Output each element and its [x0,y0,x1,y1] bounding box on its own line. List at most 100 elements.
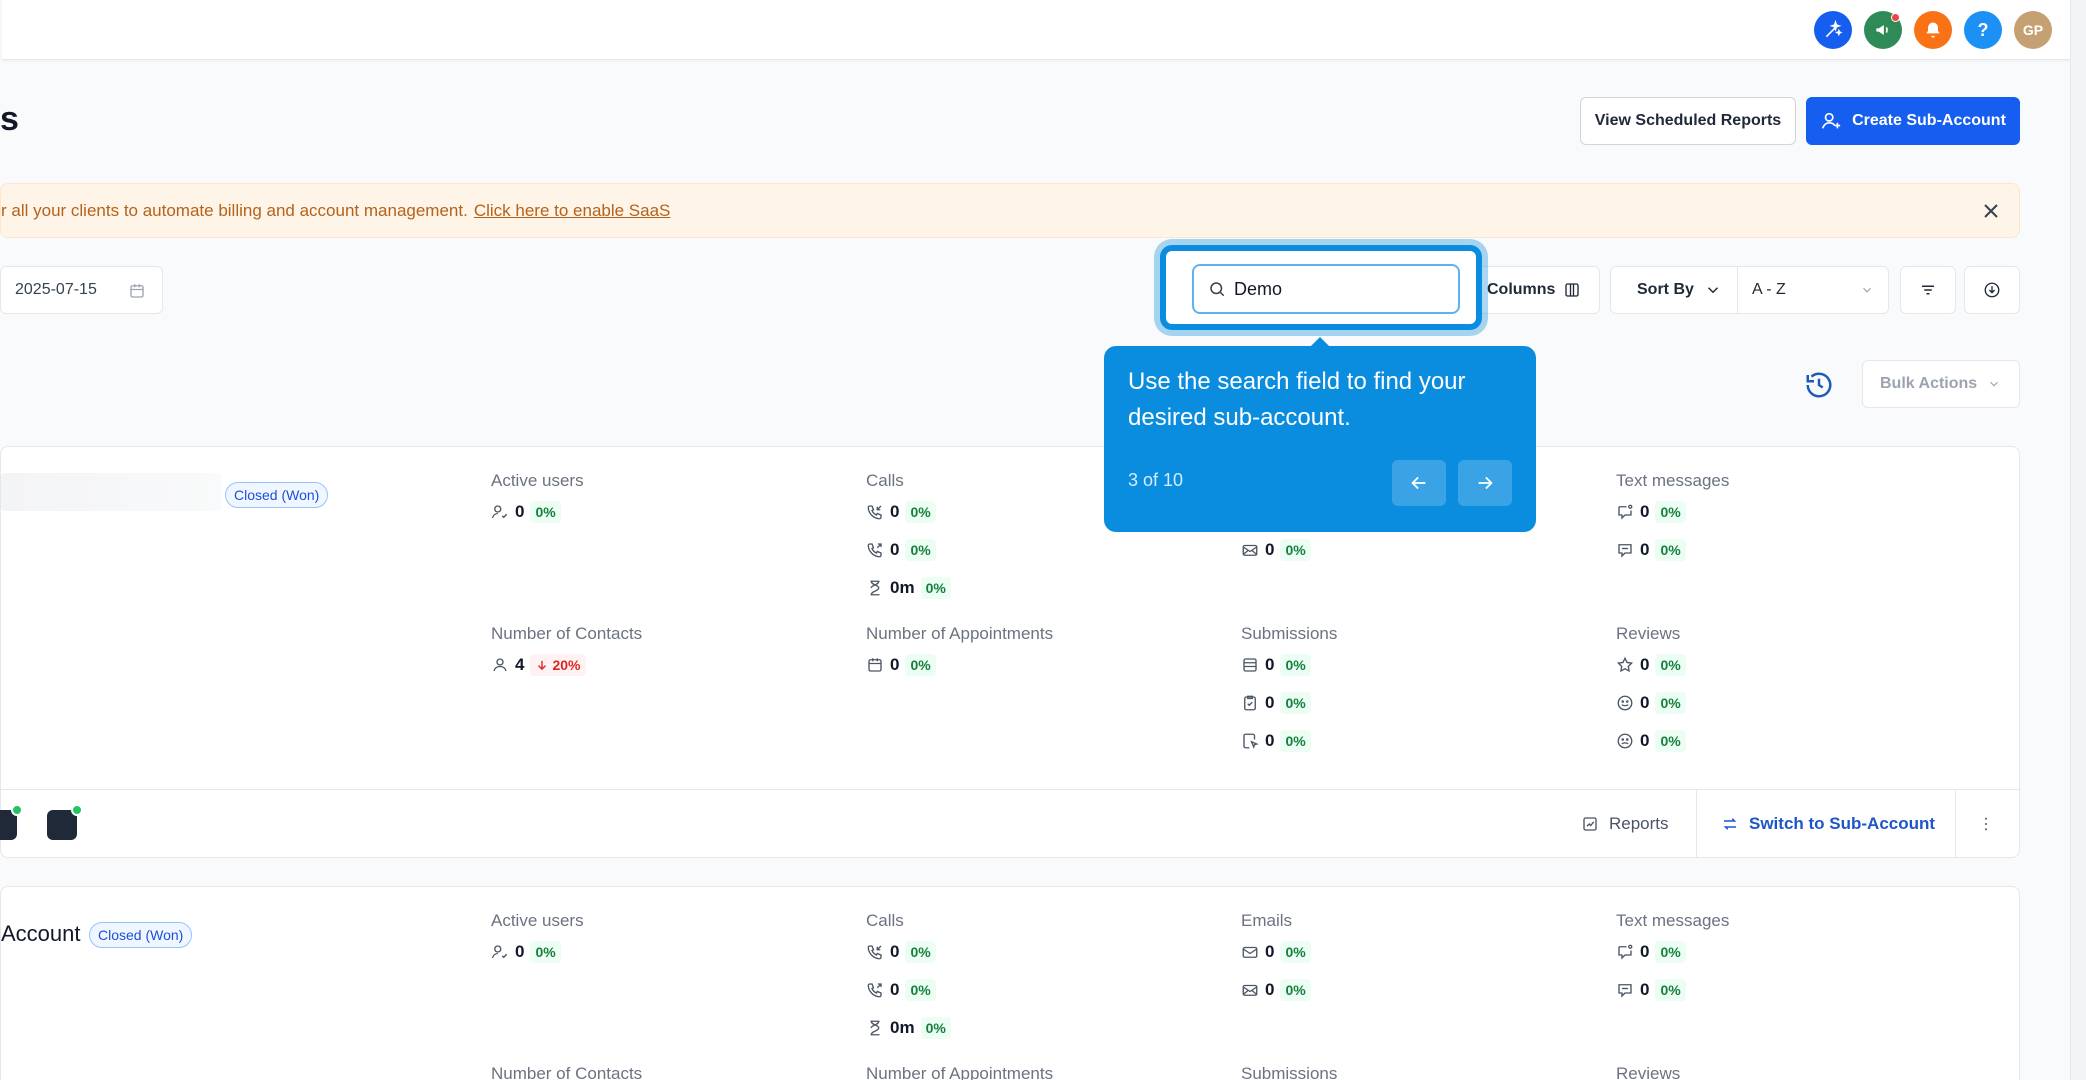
metric-value: 0 [1640,502,1650,521]
submissions-metric: Submissions 0 0% 0 0% 0 0% [1241,624,1337,760]
emails-metric: 0 0% [1241,531,1311,569]
metric-value: 0 [1640,731,1650,750]
add-user-icon [1822,112,1841,129]
account-name-placeholder [1,473,221,511]
metric-value: 0m [890,578,915,597]
more-vertical-icon [1984,817,1988,831]
metric-value: 0 [890,502,900,521]
banner-text: r all your clients to automate billing a… [1,200,468,220]
arrow-left-icon [1411,476,1426,490]
bulk-actions-button[interactable]: Bulk Actions [1862,360,2020,408]
history-icon[interactable] [1804,370,1834,400]
metric-pct: 0% [1655,539,1686,561]
switch-icon [1723,818,1737,830]
date-range-input[interactable]: 2025-07-15 [0,266,163,314]
search-field[interactable] [1234,278,1434,300]
metric-label: Number of Appointments [866,1064,1054,1080]
metric-pct: 0% [1280,654,1311,676]
switch-to-sub-account-button[interactable]: Switch to Sub-Account [1721,790,1935,858]
hourglass-icon [870,1020,880,1036]
metric-row: 0 0% [866,933,951,971]
bell-icon[interactable] [1914,11,1952,49]
frown-icon [1617,733,1633,749]
text-messages-metric: Text messages 0 0% 0 0% [1616,911,1729,1009]
megaphone-icon[interactable] [1864,11,1902,49]
metric-row: 0 0% [1241,722,1337,760]
metric-label: Submissions [1241,1064,1338,1080]
metric-value: 0 [515,942,525,961]
text-messages-metric: Text messages 0 0% 0 0% [1616,471,1729,569]
close-icon[interactable] [1979,199,2003,223]
metric-pct: 0% [1655,941,1686,963]
metric-row: 0 0% [866,971,951,1009]
metric-row: 0 0% [1241,531,1311,569]
account-name[interactable]: Account [1,921,81,947]
view-scheduled-reports-label: View Scheduled Reports [1594,112,1782,129]
metric-row: 0 0% [491,933,584,971]
check-icon [11,804,23,816]
metric-row: 0 0% [1241,971,1311,1009]
phone-incoming-icon [867,945,882,960]
bulk-actions-label: Bulk Actions [1880,375,1978,392]
active-users-metric: Active users 0 0% [491,911,584,971]
switch-label: Switch to Sub-Account [1749,814,1936,833]
sort-by-label: Sort By [1637,281,1694,298]
form-icon [1243,658,1257,672]
chevron-down-icon [1707,287,1718,294]
tour-prev-button[interactable] [1392,460,1446,506]
user-check-icon [491,505,508,519]
metric-pct: 0% [1655,979,1686,1001]
reviews-metric: Reviews 0 0% 0 0% 0 0% [1616,624,1686,760]
top-icons: ? GP [1814,11,2052,49]
metric-label: Number of Appointments [866,624,1054,643]
metric-row: 0 0% [1616,971,1729,1009]
footer-divider [1955,790,1956,858]
create-sub-account-label: Create Sub-Account [1852,112,2006,129]
view-scheduled-reports-button[interactable]: View Scheduled Reports [1580,97,1796,145]
export-button[interactable] [1964,266,2020,314]
create-sub-account-button[interactable]: Create Sub-Account [1806,97,2020,145]
metric-label: Number of Contacts [491,624,643,643]
tour-next-button[interactable] [1458,460,1512,506]
metric-pct: 0% [1655,692,1686,714]
mail-icon [1242,946,1258,958]
contacts-metric: Number of Contacts 4 20% [491,624,642,684]
metric-row: 0m 0% [866,569,951,607]
columns-label: Columns [1487,281,1556,298]
metric-value: 0 [890,540,900,559]
enable-saas-link[interactable]: Click here to enable SaaS [474,201,671,221]
metric-row: 0 0% [1616,646,1686,684]
search-input[interactable] [1192,264,1460,314]
reports-button[interactable]: Reports [1581,790,1669,858]
metric-pct: 0% [1280,692,1311,714]
sparkle-icon[interactable] [1814,11,1852,49]
metric-row: 0 0% [491,493,584,531]
app-integration-icon[interactable] [0,804,23,840]
phone-outgoing-icon [867,543,882,558]
mail-open-icon [1242,984,1258,996]
metric-row: 4 20% [491,646,642,684]
metric-label: Active users [491,911,584,930]
metric-pct: 0% [905,979,936,1001]
avatar[interactable]: GP [2014,11,2052,49]
filter-button[interactable] [1900,266,1956,314]
help-icon[interactable]: ? [1964,11,2002,49]
smile-icon [1617,695,1633,711]
app-integration-icon[interactable] [47,804,83,840]
metric-value: 0 [1265,980,1275,999]
emails-metric: Emails 0 0% 0 0% [1241,911,1311,1009]
columns-button[interactable]: Columns [1466,266,1600,314]
sort-order-select[interactable]: A - Z [1737,266,1889,314]
metric-value: 0m [890,1018,915,1037]
top-bar: ? GP [2,0,2070,60]
metric-row: 0 0% [1241,933,1311,971]
sort-by-button[interactable]: Sort By [1610,266,1738,314]
phone-outgoing-icon [867,983,882,998]
page-scrollbar[interactable] [2070,0,2086,1080]
sub-account-card: Closed (Won) Active users 0 0% Calls 0 0… [0,446,2020,858]
sort-order-value: A - Z [1752,281,1786,298]
metric-pct: 0% [1655,654,1686,676]
metric-value: 0 [1640,693,1650,712]
metric-value: 0 [1265,731,1275,750]
more-options-button[interactable] [1977,790,1995,858]
